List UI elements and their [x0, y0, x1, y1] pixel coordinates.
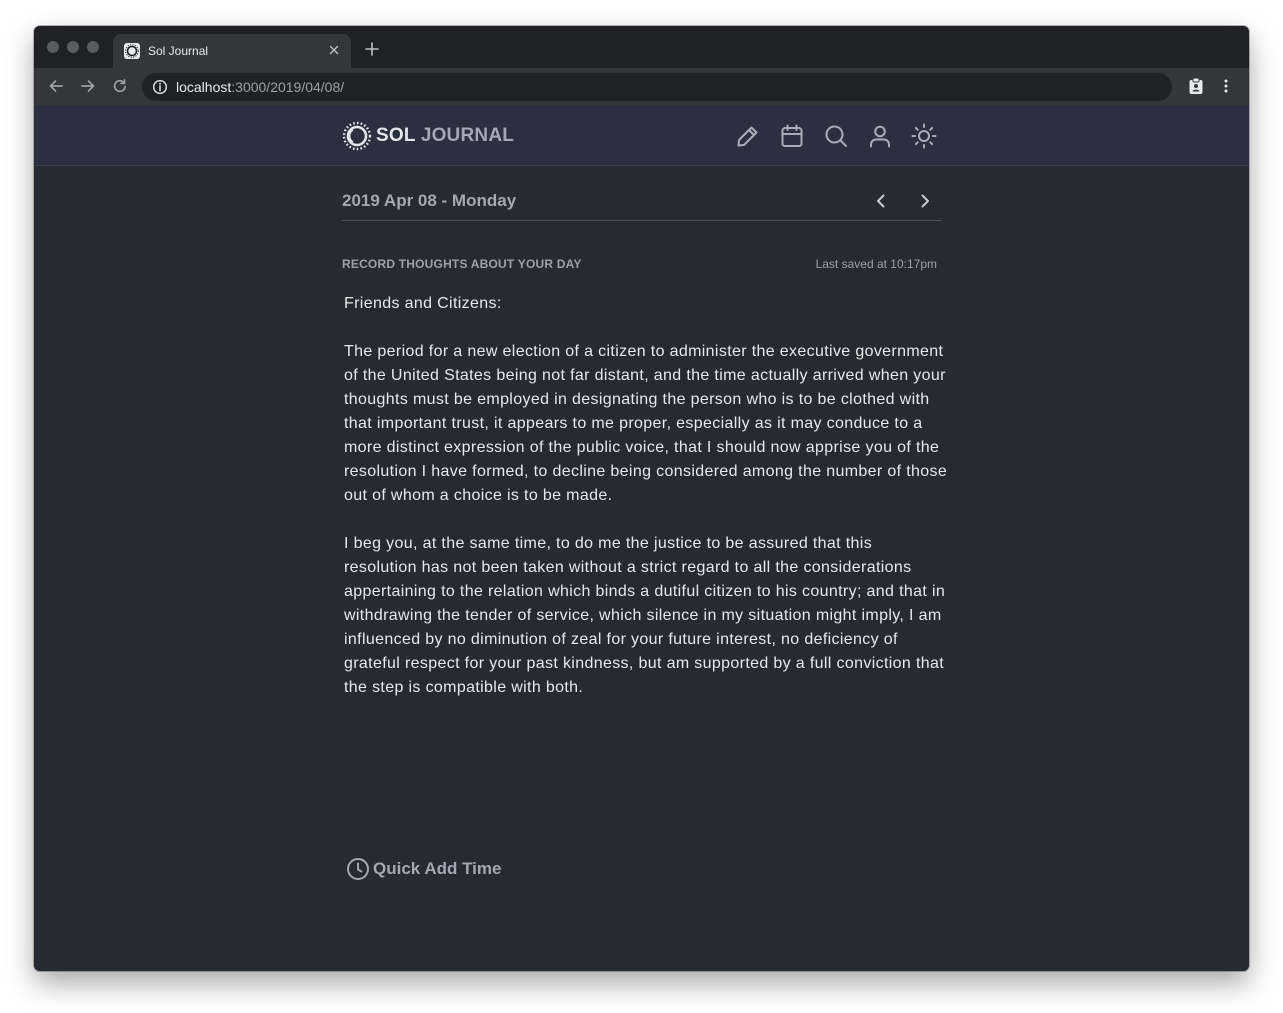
- close-window-button[interactable]: [47, 41, 59, 53]
- new-tab-icon[interactable]: [364, 41, 380, 57]
- search-icon[interactable]: [823, 123, 849, 149]
- app-logo[interactable]: SOL JOURNAL: [342, 121, 514, 151]
- user-icon[interactable]: [867, 123, 893, 149]
- date-title: 2019 Apr 08 - Monday: [342, 191, 517, 210]
- app-header: SOL JOURNAL: [34, 105, 1249, 166]
- maximize-window-button[interactable]: [87, 41, 99, 53]
- url-text: localhost:3000/2019/04/08/: [176, 79, 344, 95]
- logo-sol: SOL: [376, 125, 416, 146]
- entry-paragraph: The period for a new election of a citiz…: [344, 343, 948, 504]
- info-icon[interactable]: [152, 79, 168, 95]
- url-path: :3000/2019/04/08/: [231, 79, 345, 95]
- clipboard-extension-icon[interactable]: [1187, 77, 1205, 95]
- reload-icon[interactable]: [111, 77, 129, 95]
- minimize-window-button[interactable]: [67, 41, 79, 53]
- clock-icon: [347, 858, 369, 880]
- calendar-icon[interactable]: [779, 123, 805, 149]
- logo-text: SOL JOURNAL: [376, 125, 514, 147]
- journal-entry-editor[interactable]: Friends and Citizens: The period for a n…: [344, 292, 949, 724]
- tab-strip: Sol Journal: [34, 26, 1249, 68]
- address-bar[interactable]: localhost:3000/2019/04/08/: [142, 73, 1172, 101]
- more-menu-icon[interactable]: [1217, 77, 1235, 95]
- logo-journal: JOURNAL: [420, 125, 515, 146]
- sol-logo-icon: [342, 121, 372, 151]
- entry-paragraph: I beg you, at the same time, to do me th…: [344, 535, 946, 696]
- url-host: localhost: [176, 79, 232, 95]
- close-icon[interactable]: [327, 43, 341, 57]
- pencil-icon[interactable]: [735, 123, 761, 149]
- forward-icon[interactable]: [79, 77, 97, 95]
- entry-section-label: RECORD THOUGHTS ABOUT YOUR DAY: [342, 257, 582, 271]
- last-saved-status: Last saved at 10:17pm: [815, 257, 937, 271]
- back-icon[interactable]: [47, 77, 65, 95]
- browser-toolbar: localhost:3000/2019/04/08/: [34, 68, 1249, 105]
- tab-title: Sol Journal: [148, 44, 209, 58]
- quick-add-time-button[interactable]: Quick Add Time: [346, 856, 501, 882]
- quick-add-label: Quick Add Time: [373, 859, 502, 878]
- sol-favicon-icon: [124, 43, 140, 59]
- entry-greeting: Friends and Citizens:: [344, 295, 502, 312]
- browser-tab[interactable]: Sol Journal: [113, 34, 351, 68]
- app-page: SOL JOURNAL 2019 Apr 08 - Monday RECORD …: [34, 105, 1249, 971]
- date-navigation: 2019 Apr 08 - Monday: [342, 183, 942, 221]
- chevron-right-icon[interactable]: [915, 191, 935, 211]
- chevron-left-icon[interactable]: [871, 191, 891, 211]
- sun-icon[interactable]: [911, 123, 937, 149]
- browser-window: Sol Journal localhost:3000/2019/04/08/ S…: [34, 26, 1249, 971]
